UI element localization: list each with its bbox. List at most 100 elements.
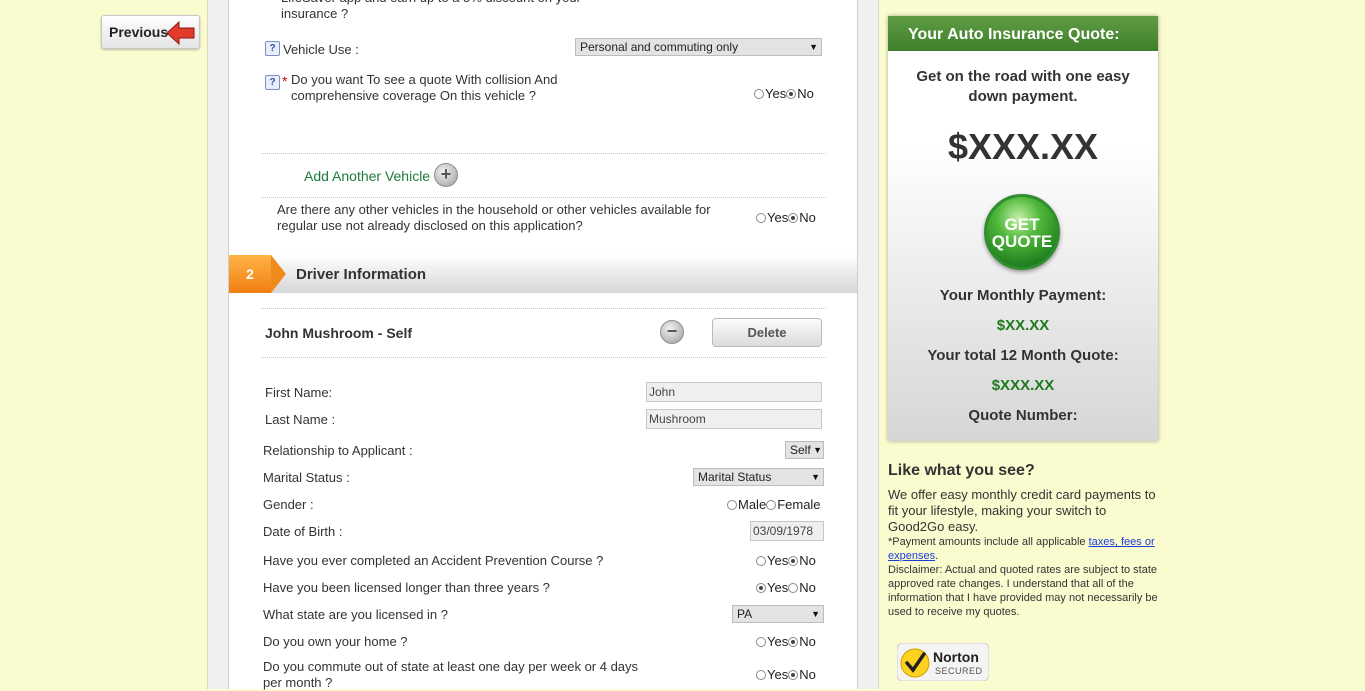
section-arrow-icon [271, 255, 286, 293]
divider [261, 357, 826, 358]
quote-summary-box: Your Auto Insurance Quote: Get on the ro… [888, 16, 1158, 441]
previous-button[interactable]: Previous [101, 15, 200, 49]
accident-course-radio-group: Yes No [756, 553, 816, 568]
dropdown-arrow-icon: ▼ [809, 42, 818, 52]
gender-label: Gender : [263, 497, 314, 512]
no-label: No [799, 210, 816, 225]
dob-input[interactable]: 03/09/1978 [750, 521, 824, 541]
state-question: What state are you licensed in ? [263, 607, 448, 622]
relationship-select[interactable]: Self ▼ [785, 441, 824, 459]
gender-male-radio[interactable] [727, 500, 737, 510]
gender-radio-group: Male Female [727, 497, 821, 512]
accident-course-yes-radio[interactable] [756, 556, 766, 566]
help-icon[interactable]: ? [265, 75, 280, 90]
state-value: PA [737, 607, 753, 621]
yes-label: Yes [765, 86, 787, 101]
first-name-label: First Name: [265, 385, 333, 400]
dob-label: Date of Birth : [263, 524, 343, 539]
yes-label: Yes [767, 580, 789, 595]
yes-label: Yes [767, 667, 789, 682]
monthly-payment-value: $XX.XX [996, 317, 1050, 334]
section-number: 2 [229, 255, 271, 293]
payment-note: *Payment amounts include all applicable … [888, 535, 1160, 563]
sidebar-body: We offer easy monthly credit card paymen… [888, 487, 1156, 534]
other-vehicles-question: Are there any other vehicles in the hous… [277, 202, 711, 233]
gender-female-radio[interactable] [766, 500, 777, 510]
first-name-input[interactable]: John [646, 382, 822, 402]
no-label: No [799, 634, 816, 649]
dropdown-arrow-icon: ▼ [813, 445, 822, 455]
divider [261, 197, 826, 198]
vehicle-use-select[interactable]: Personal and commuting only ▼ [575, 38, 822, 56]
disclaimer-text: Disclaimer: Actual and quoted rates are … [888, 564, 1158, 618]
discount-question: LifeSaver app and earn up to a 5% discou… [281, 0, 581, 21]
collision-question: Do you want To see a quote With collisio… [291, 72, 558, 103]
collision-yes-radio[interactable] [754, 89, 764, 99]
accident-course-no-radio[interactable] [788, 556, 799, 566]
delete-driver-button[interactable]: Delete [712, 318, 822, 347]
previous-label: Previous [109, 24, 169, 40]
state-select[interactable]: PA ▼ [732, 605, 824, 623]
sidebar-title: Like what you see? [888, 462, 1035, 479]
own-home-no-radio[interactable] [788, 637, 799, 647]
quote-number-label: Quote Number: [968, 407, 1078, 424]
collapse-minus-icon[interactable]: − [660, 320, 684, 344]
norton-secured-label: SECURED [935, 666, 983, 676]
add-vehicle-link[interactable]: Add Another Vehicle [304, 168, 430, 184]
get-quote-line2: QUOTE [991, 232, 1053, 251]
licensed-longer-yes-radio[interactable] [756, 583, 766, 593]
yes-label: Yes [767, 210, 789, 225]
no-label: No [797, 86, 814, 101]
quote-amount: $XXX.XX [947, 126, 1099, 167]
back-arrow-icon [166, 20, 195, 46]
own-home-radio-group: Yes No [756, 634, 816, 649]
total-quote-value: $XXX.XX [991, 377, 1055, 394]
no-label: No [799, 580, 816, 595]
norton-label: Norton [933, 649, 979, 665]
accident-course-question: Have you ever completed an Accident Prev… [263, 553, 604, 568]
no-label: No [799, 667, 816, 682]
yes-label: Yes [767, 634, 789, 649]
relationship-label: Relationship to Applicant : [263, 443, 413, 458]
driver-section-header: 2 Driver Information [229, 255, 857, 293]
add-vehicle-plus-icon[interactable]: + [434, 163, 458, 187]
dropdown-arrow-icon: ▼ [811, 609, 820, 619]
divider [261, 308, 826, 309]
own-home-question: Do you own your home ? [263, 634, 408, 649]
marital-status-select[interactable]: Marital Status ▼ [693, 468, 824, 486]
commute-yes-radio[interactable] [756, 670, 766, 680]
licensed-longer-radio-group: Yes No [756, 580, 816, 595]
divider [261, 153, 826, 154]
marital-status-label: Marital Status : [263, 470, 350, 485]
monthly-payment-label: Your Monthly Payment: [939, 287, 1107, 304]
other-vehicles-no-radio[interactable] [788, 213, 799, 223]
collision-radio-group: Yes No [754, 86, 814, 101]
payment-note-text: *Payment amounts include all applicable [888, 536, 1086, 548]
norton-secured-badge[interactable]: Norton SECURED [897, 643, 989, 681]
get-quote-button[interactable]: GET QUOTE [984, 194, 1060, 270]
driver-name-heading: John Mushroom - Self [265, 325, 412, 341]
no-label: No [799, 553, 816, 568]
own-home-yes-radio[interactable] [756, 637, 766, 647]
dropdown-arrow-icon: ▼ [811, 472, 820, 482]
other-vehicles-yes-radio[interactable] [756, 213, 766, 223]
quote-tagline: Get on the road with one easy down payme… [916, 68, 1130, 105]
total-quote-label: Your total 12 Month Quote: [927, 347, 1119, 364]
last-name-input[interactable]: Mushroom [646, 409, 822, 429]
vehicle-use-label: Vehicle Use : [283, 42, 359, 57]
collision-no-radio[interactable] [786, 89, 797, 99]
licensed-longer-question: Have you been licensed longer than three… [263, 580, 550, 595]
other-vehicles-radio-group: Yes No [756, 210, 816, 225]
last-name-label: Last Name : [265, 412, 336, 427]
quote-header: Your Auto Insurance Quote: [888, 16, 1158, 51]
commute-no-radio[interactable] [788, 670, 799, 680]
required-asterisk: * [282, 73, 288, 89]
commute-question: Do you commute out of state at least one… [263, 659, 639, 690]
male-label: Male [738, 497, 767, 512]
period: . [935, 550, 939, 562]
licensed-longer-no-radio[interactable] [788, 583, 799, 593]
marital-status-value: Marital Status [698, 470, 772, 484]
relationship-value: Self [790, 443, 811, 457]
help-icon[interactable]: ? [265, 41, 280, 56]
section-title: Driver Information [296, 266, 427, 283]
